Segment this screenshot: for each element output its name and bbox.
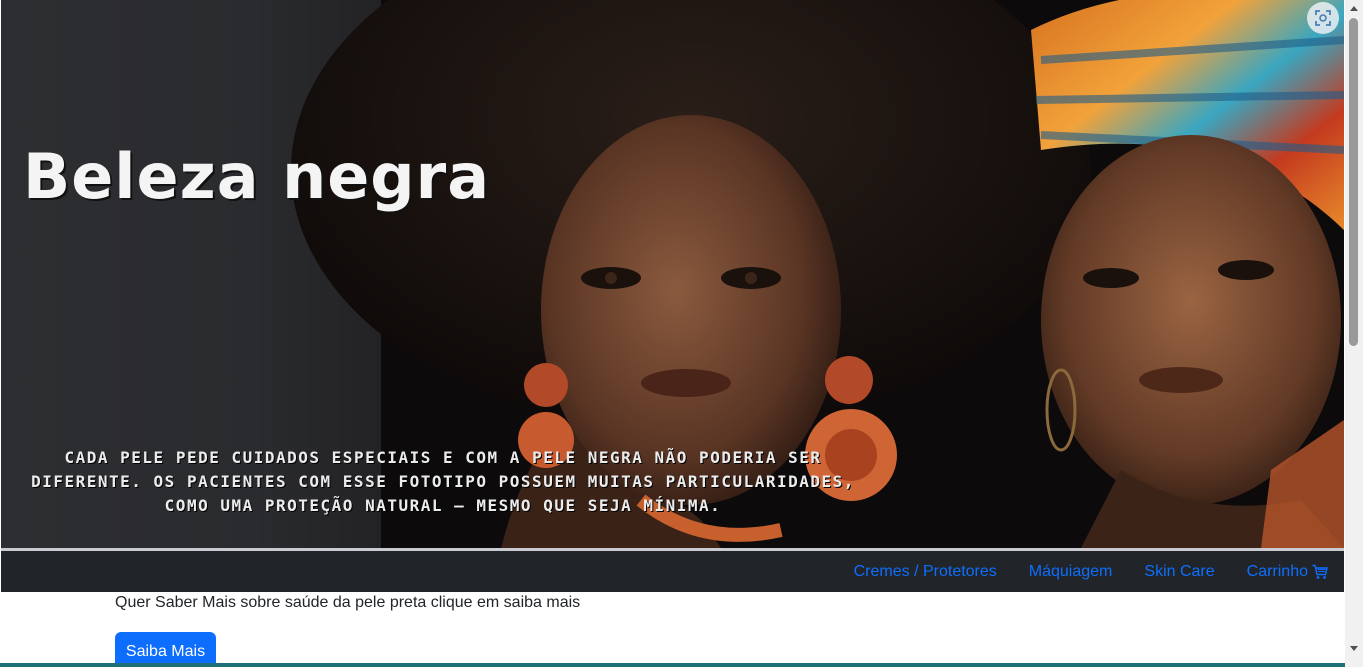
scroll-up-arrow-icon[interactable] xyxy=(1350,6,1358,11)
saiba-mais-button[interactable]: Saiba Mais xyxy=(115,632,216,667)
nav-links: Cremes / Protetores Máquiagem Skin Care … xyxy=(854,551,1328,592)
banner-title: Beleza negra xyxy=(23,140,491,213)
cart-icon xyxy=(1312,564,1328,579)
hero-banner: Beleza negra Cada pele pede cuidados esp… xyxy=(1,0,1344,548)
nav-link-label: Cremes / Protetores xyxy=(853,562,997,580)
scrollbar-thumb[interactable] xyxy=(1349,18,1358,346)
navbar: Cremes / Protetores Máquiagem Skin Care … xyxy=(1,551,1344,592)
scroll-down-arrow-icon[interactable] xyxy=(1350,646,1358,651)
screenshot-capture-button[interactable] xyxy=(1307,2,1339,34)
window-bottom-edge xyxy=(0,663,1345,667)
nav-link-label: Skin Care xyxy=(1144,562,1215,580)
nav-link-label: Máquiagem xyxy=(1028,562,1113,580)
nav-link-label: Carrinho xyxy=(1246,562,1308,580)
info-text: Quer Saber Mais sobre saúde da pele pret… xyxy=(115,594,581,611)
nav-link-maquiagem[interactable]: Máquiagem xyxy=(1029,563,1113,581)
banner-caption: Cada pele pede cuidados especiais e com … xyxy=(31,448,855,515)
vertical-scrollbar[interactable] xyxy=(1345,0,1363,667)
page: Beleza negra Cada pele pede cuidados esp… xyxy=(0,0,1363,667)
screenshot-capture-icon xyxy=(1315,10,1331,26)
nav-link-cremes-protetores[interactable]: Cremes / Protetores xyxy=(854,563,997,581)
nav-link-carrinho[interactable]: Carrinho xyxy=(1247,563,1328,581)
nav-link-skin-care[interactable]: Skin Care xyxy=(1144,563,1214,581)
